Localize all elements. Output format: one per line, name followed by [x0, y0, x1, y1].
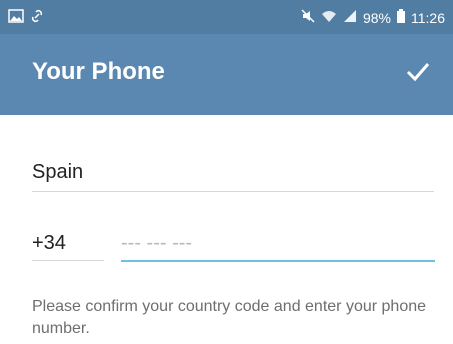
signal-icon — [343, 9, 357, 26]
country-code-value: +34 — [32, 232, 66, 254]
country-code-field[interactable]: +34 — [32, 226, 104, 261]
check-icon — [406, 63, 430, 82]
phone-number-field[interactable] — [121, 226, 435, 262]
page-title: Your Phone — [32, 58, 165, 85]
battery-icon — [397, 9, 405, 26]
status-bar: 98% 11:26 — [0, 0, 453, 34]
app-bar: Your Phone — [0, 34, 453, 115]
link-icon — [30, 9, 44, 26]
hint-text: Please confirm your country code and ent… — [32, 298, 427, 337]
battery-percent: 98% — [362, 9, 391, 26]
wifi-icon — [321, 9, 337, 26]
country-value: Spain — [32, 161, 84, 183]
status-right-icons: 98% 11:26 — [301, 9, 445, 26]
image-icon — [8, 9, 24, 26]
phone-number-input[interactable] — [121, 230, 421, 256]
status-left-icons — [8, 9, 44, 26]
country-field[interactable]: Spain — [32, 157, 434, 192]
confirm-button[interactable] — [403, 56, 433, 86]
mute-icon — [301, 9, 315, 26]
status-time: 11:26 — [411, 9, 445, 26]
